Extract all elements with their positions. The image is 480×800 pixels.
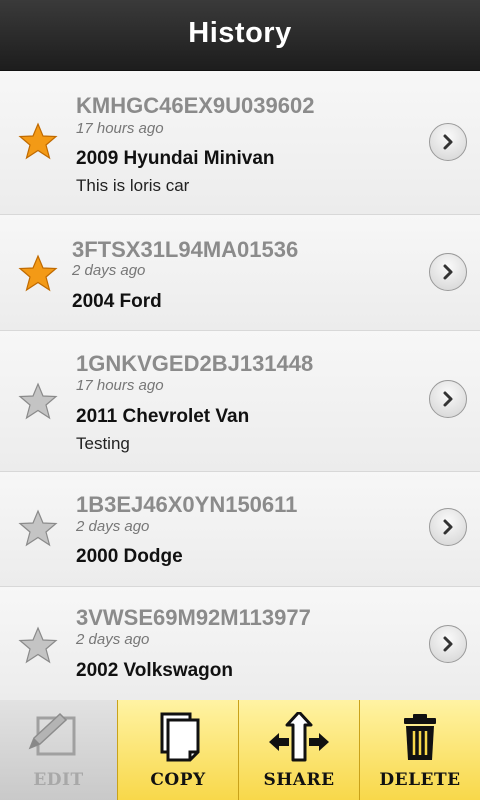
app-header: History (0, 0, 480, 71)
vin-number: 1GNKVGED2BJ131448 (76, 351, 314, 376)
favorite-star-icon[interactable] (18, 625, 58, 665)
delete-button[interactable]: DELETE (359, 700, 480, 800)
copy-button[interactable]: COPY (117, 700, 238, 800)
history-row[interactable]: 3VWSE69M92M113977 2 days ago 2002 Volksw… (0, 587, 480, 700)
history-row[interactable]: KMHGC46EX9U039602 17 hours ago 2009 Hyun… (0, 71, 480, 215)
timestamp: 2 days ago (76, 631, 150, 648)
vin-number: 3FTSX31L94MA01536 (72, 237, 299, 262)
edit-icon (28, 712, 76, 756)
row-detail-button[interactable] (429, 123, 467, 161)
vehicle-note: This is loris car (76, 176, 190, 195)
history-list: KMHGC46EX9U039602 17 hours ago 2009 Hyun… (0, 71, 480, 700)
timestamp: 2 days ago (72, 262, 146, 279)
favorite-star-icon[interactable] (18, 508, 58, 548)
copy-label: COPY (150, 770, 206, 790)
chevron-right-icon (443, 391, 453, 407)
vin-number: 3VWSE69M92M113977 (76, 605, 311, 630)
favorite-star-icon[interactable] (18, 381, 58, 421)
page-title: History (188, 17, 292, 49)
row-detail-button[interactable] (429, 625, 467, 663)
edit-label: EDIT (33, 770, 84, 790)
chevron-right-icon (443, 134, 453, 150)
favorite-star-icon[interactable] (18, 253, 58, 293)
edit-button[interactable]: EDIT (0, 700, 117, 800)
copy-icon (160, 712, 200, 762)
history-row[interactable]: 1GNKVGED2BJ131448 17 hours ago 2011 Chev… (0, 331, 480, 472)
timestamp: 17 hours ago (76, 120, 164, 137)
row-detail-button[interactable] (429, 253, 467, 291)
timestamp: 2 days ago (76, 518, 150, 535)
row-detail-button[interactable] (429, 380, 467, 418)
vehicle-name: 2009 Hyundai Minivan (76, 148, 275, 169)
history-row[interactable]: 3FTSX31L94MA01536 2 days ago 2004 Ford (0, 215, 480, 331)
vehicle-note: Testing (76, 434, 130, 453)
timestamp: 17 hours ago (76, 377, 164, 394)
share-button[interactable]: SHARE (238, 700, 359, 800)
history-row[interactable]: 1B3EJ46X0YN150611 2 days ago 2000 Dodge (0, 472, 480, 587)
bottom-toolbar: EDIT COPY SHARE DELETE (0, 700, 480, 800)
vehicle-name: 2011 Chevrolet Van (76, 406, 250, 427)
vin-number: KMHGC46EX9U039602 (76, 93, 315, 118)
vehicle-name: 2002 Volkswagon (76, 660, 233, 681)
chevron-right-icon (443, 264, 453, 280)
vin-number: 1B3EJ46X0YN150611 (76, 492, 298, 517)
share-icon (269, 712, 329, 762)
favorite-star-icon[interactable] (18, 121, 58, 161)
delete-label: DELETE (379, 770, 461, 790)
vehicle-name: 2004 Ford (72, 291, 162, 312)
share-label: SHARE (263, 770, 335, 790)
vehicle-name: 2000 Dodge (76, 546, 183, 567)
row-detail-button[interactable] (429, 508, 467, 546)
chevron-right-icon (443, 636, 453, 652)
trash-icon (404, 714, 436, 760)
chevron-right-icon (443, 519, 453, 535)
